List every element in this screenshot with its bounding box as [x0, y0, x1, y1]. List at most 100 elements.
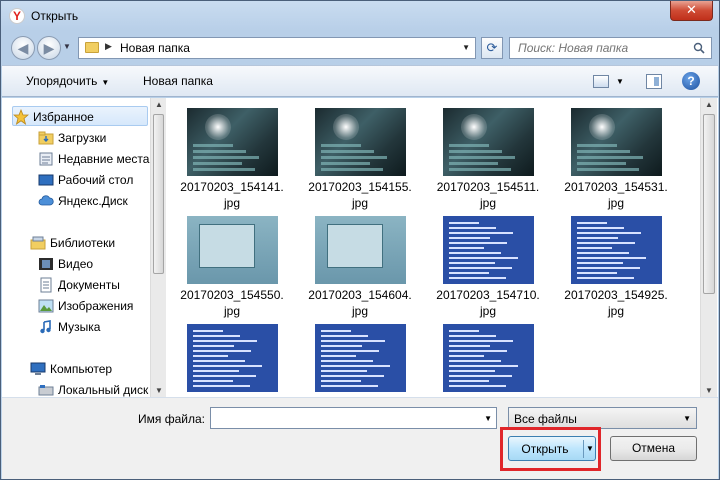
file-thumbnail: [315, 108, 406, 176]
file-name-line: 20170203_154155.: [308, 180, 412, 194]
file-item[interactable]: 20170203_154141. jpg: [168, 98, 288, 210]
refresh-button[interactable]: ⟳: [481, 37, 503, 59]
organize-menu-button[interactable]: Упорядочить ▼: [26, 74, 109, 88]
nav-item-label: Локальный диск: [58, 383, 149, 397]
nav-item-label: Компьютер: [50, 362, 113, 376]
file-item[interactable]: [168, 314, 288, 397]
open-button[interactable]: Открыть ▼: [508, 436, 596, 461]
open-options-dropdown-icon[interactable]: ▼: [586, 444, 594, 453]
file-thumbnail: [443, 108, 534, 176]
content-area: Избранное Загрузки Недавние места Рабочи…: [2, 98, 718, 397]
file-thumbnail: [187, 324, 278, 392]
nav-item-label: Библиотеки: [50, 236, 116, 250]
file-name-line: 20170203_154511.: [436, 180, 540, 194]
close-button[interactable]: ✕: [670, 1, 713, 21]
address-bar[interactable]: ▶ Новая папка ▼: [78, 37, 476, 59]
file-thumbnail: [315, 216, 406, 284]
chevron-down-icon: ▼: [101, 78, 110, 87]
filename-field[interactable]: ▼: [210, 407, 497, 429]
recent-places-icon: [39, 152, 53, 166]
navigation-pane: Избранное Загрузки Недавние места Рабочи…: [2, 98, 150, 397]
nav-item-label: Избранное: [33, 110, 94, 124]
chevron-down-icon[interactable]: ▼: [484, 414, 492, 423]
scroll-down-icon[interactable]: ▼: [705, 386, 713, 395]
music-icon: [40, 320, 51, 334]
pictures-icon: [38, 299, 54, 313]
cancel-button[interactable]: Отмена: [610, 436, 697, 461]
file-item[interactable]: [296, 314, 416, 397]
address-dropdown-icon[interactable]: ▼: [462, 43, 470, 52]
star-icon: [13, 109, 29, 125]
folder-icon: [85, 42, 99, 53]
back-button[interactable]: ◀: [11, 36, 35, 60]
filename-label: Имя файла:: [138, 412, 205, 426]
help-icon[interactable]: ?: [682, 72, 700, 90]
file-thumbnail: [571, 108, 662, 176]
nav-item-label: Изображения: [58, 299, 134, 313]
search-box[interactable]: [509, 37, 712, 59]
open-button-label: Открыть: [521, 442, 569, 456]
file-item[interactable]: 20170203_154511. jpg: [424, 98, 544, 210]
navigation-row: ◀ ▶ ▼ ▶ Новая папка ▼ ⟳: [1, 32, 719, 64]
navigation-scrollbar[interactable]: ▲ ▼: [150, 98, 166, 397]
libraries-icon: [30, 236, 46, 250]
documents-icon: [40, 277, 52, 293]
chevron-down-icon: ▼: [683, 414, 691, 423]
scrollbar-thumb[interactable]: [703, 114, 715, 294]
open-file-dialog: Y Открыть ✕ ◀ ▶ ▼ ▶ Новая папка ▼ ⟳ Упор…: [0, 0, 720, 480]
downloads-folder-icon: [38, 131, 54, 145]
file-thumbnail: [187, 108, 278, 176]
preview-pane-icon[interactable]: [646, 74, 662, 89]
breadcrumb-current-folder[interactable]: Новая папка: [120, 41, 190, 55]
drive-icon: [38, 385, 54, 396]
dialog-footer: Имя файла: ▼ Все файлы ▼ Открыть ▼ Отмен…: [2, 397, 718, 479]
file-name-line: 20170203_154925.: [564, 288, 668, 302]
recent-pages-dropdown[interactable]: ▼: [63, 42, 71, 51]
view-options-dropdown[interactable]: ▼: [616, 77, 624, 86]
file-item[interactable]: 20170203_154925.jpg: [552, 206, 672, 318]
file-item[interactable]: 20170203_154550. jpg: [168, 206, 288, 318]
cloud-icon: [38, 195, 54, 206]
nav-item-label: Музыка: [58, 320, 101, 334]
file-name-line: 20170203_154604.: [308, 288, 412, 302]
command-toolbar: Упорядочить ▼ Новая папка ▼ ?: [2, 65, 718, 97]
file-item[interactable]: 20170203_154155. jpg: [296, 98, 416, 210]
file-item[interactable]: [424, 314, 544, 397]
organize-label: Упорядочить: [26, 74, 98, 88]
file-item[interactable]: 20170203_154710. jpg: [424, 206, 544, 318]
file-thumbnail: [443, 216, 534, 284]
search-icon[interactable]: [693, 42, 705, 54]
file-name-line: 20170203_154550.: [180, 288, 284, 302]
yandex-browser-icon: Y: [9, 8, 25, 24]
scroll-down-icon[interactable]: ▼: [155, 386, 163, 395]
file-item[interactable]: 20170203_154604. jpg: [296, 206, 416, 318]
filename-input[interactable]: [215, 411, 475, 425]
scrollbar-thumb[interactable]: [153, 114, 164, 274]
file-name-line: 20170203_154710.: [436, 288, 540, 302]
file-type-value: Все файлы: [514, 412, 577, 426]
nav-item-label: Недавние места: [58, 152, 150, 166]
scroll-up-icon[interactable]: ▲: [705, 100, 713, 109]
file-thumbnail: [571, 216, 662, 284]
file-extension-line: jpg: [607, 304, 624, 318]
title-bar[interactable]: Y Открыть ✕: [1, 1, 719, 31]
split-divider: [583, 440, 584, 458]
nav-item-label: Яндекс.Диск: [58, 194, 128, 208]
new-folder-button[interactable]: Новая папка: [143, 74, 213, 88]
scroll-up-icon[interactable]: ▲: [155, 100, 163, 109]
change-view-icon[interactable]: [593, 75, 609, 88]
file-name-line: 20170203_154141.: [180, 180, 284, 194]
file-list-scrollbar[interactable]: ▲ ▼: [700, 98, 717, 397]
file-thumbnail: [187, 216, 278, 284]
file-type-select[interactable]: Все файлы ▼: [508, 407, 697, 429]
nav-item-label: Видео: [58, 257, 94, 271]
file-item[interactable]: 20170203_154531. jpg: [552, 98, 672, 210]
search-input[interactable]: [518, 41, 688, 55]
nav-item-favorites[interactable]: Избранное: [12, 106, 148, 126]
file-name: 20170203_154925.jpg: [552, 287, 680, 319]
video-icon: [39, 258, 53, 270]
breadcrumb-arrow-icon[interactable]: ▶: [105, 41, 112, 52]
nav-item-label: Рабочий стол: [58, 173, 134, 187]
forward-button[interactable]: ▶: [37, 36, 61, 60]
desktop-icon: [38, 174, 54, 186]
